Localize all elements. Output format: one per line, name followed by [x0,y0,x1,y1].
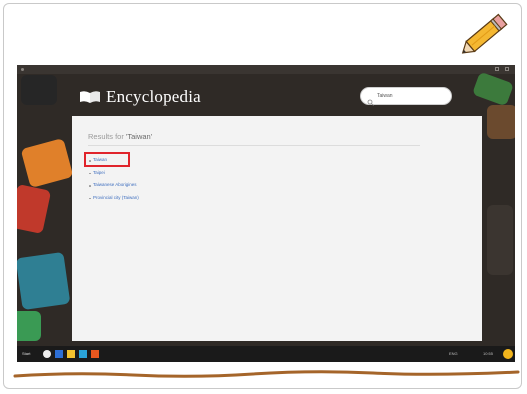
tray-lang[interactable]: ENG [449,351,458,356]
notification-icon[interactable] [503,349,513,359]
pencil-icon [461,13,508,54]
results-panel: Results for 'Taiwan' Taiwan Taipei Taiwa… [72,116,482,341]
start-button[interactable]: Start [22,351,30,356]
open-book-icon [80,91,100,103]
taskbar: Start ENG 10:55 [17,346,515,362]
window-menu-icon[interactable] [21,68,24,71]
results-query: 'Taiwan' [125,132,153,141]
puzzle-piece-decoration [471,71,515,107]
search-input[interactable] [377,93,447,99]
search-box[interactable] [360,87,452,106]
divider [88,145,420,146]
highlight-box [84,152,130,167]
app-title: Encyclopedia [106,87,201,106]
annotation-underline [13,370,520,378]
puzzle-piece-decoration [21,75,57,105]
puzzle-piece-decoration [17,183,52,235]
tray-clock: 10:55 [483,351,494,356]
result-item[interactable]: Taipei [88,167,139,180]
encyclopedia-app-icon[interactable] [91,350,99,358]
puzzle-piece-decoration [17,251,71,311]
search-icon [367,93,374,106]
folder-icon[interactable] [67,350,75,358]
desktop-screen: Encyclopedia Results for 'Taiwan' Taiwan… [17,65,515,362]
browser-icon[interactable] [55,350,63,358]
minimize-icon[interactable] [495,67,499,71]
puzzle-piece-decoration [20,137,74,189]
app-logo: Encyclopedia [79,87,201,107]
puzzle-piece-decoration [487,205,513,275]
window-titlebar [17,65,515,74]
close-icon[interactable] [505,67,509,71]
puzzle-piece-decoration [17,311,41,341]
result-item[interactable]: Taiwanese Aborigines [88,179,139,192]
result-item[interactable]: Provincial city (Taiwan) [88,192,139,205]
store-icon[interactable] [79,350,87,358]
results-heading: Results for 'Taiwan' [88,132,152,141]
results-prefix: Results for [88,132,124,141]
puzzle-piece-decoration [487,105,515,139]
search-taskbar-icon[interactable] [43,350,51,358]
